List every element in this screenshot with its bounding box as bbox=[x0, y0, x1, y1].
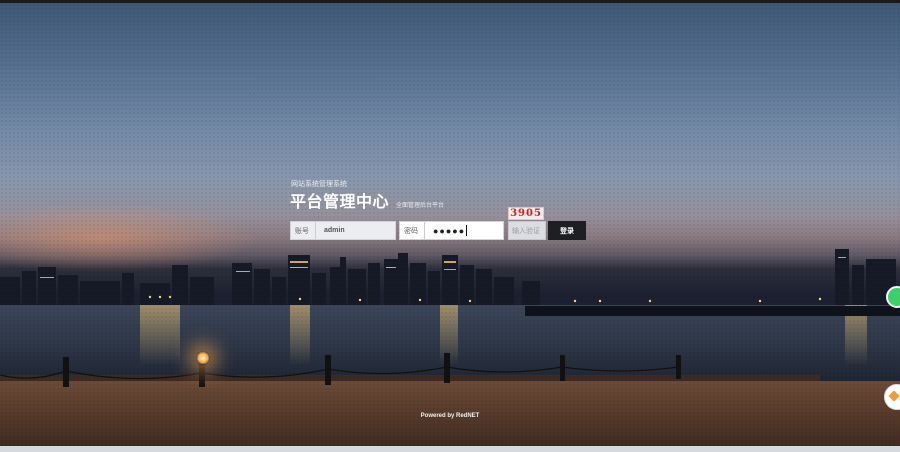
tagline: 全面管理后台平台 bbox=[396, 203, 445, 209]
page-title: 平台管理中心 bbox=[290, 194, 390, 211]
pier bbox=[525, 306, 900, 316]
footer-powered-by: Powered by RedNET bbox=[420, 413, 480, 419]
captcha-input[interactable]: 输入验证 bbox=[508, 221, 546, 240]
chain-railing bbox=[0, 353, 681, 387]
username-field[interactable]: 账号 admin bbox=[290, 221, 396, 240]
password-label: 密码 bbox=[400, 222, 425, 239]
city-skyline bbox=[0, 249, 896, 313]
taskbar-strip bbox=[0, 446, 900, 452]
captcha-image[interactable]: 3905 bbox=[508, 207, 544, 220]
password-field[interactable]: 密码 ●●●●● bbox=[399, 221, 504, 240]
text-caret bbox=[466, 225, 468, 236]
username-label: 账号 bbox=[291, 222, 316, 239]
password-input[interactable]: ●●●●● bbox=[425, 226, 465, 236]
login-button[interactable]: 登录 bbox=[548, 221, 586, 240]
username-input[interactable]: admin bbox=[316, 227, 345, 234]
street-lamp bbox=[196, 351, 210, 365]
